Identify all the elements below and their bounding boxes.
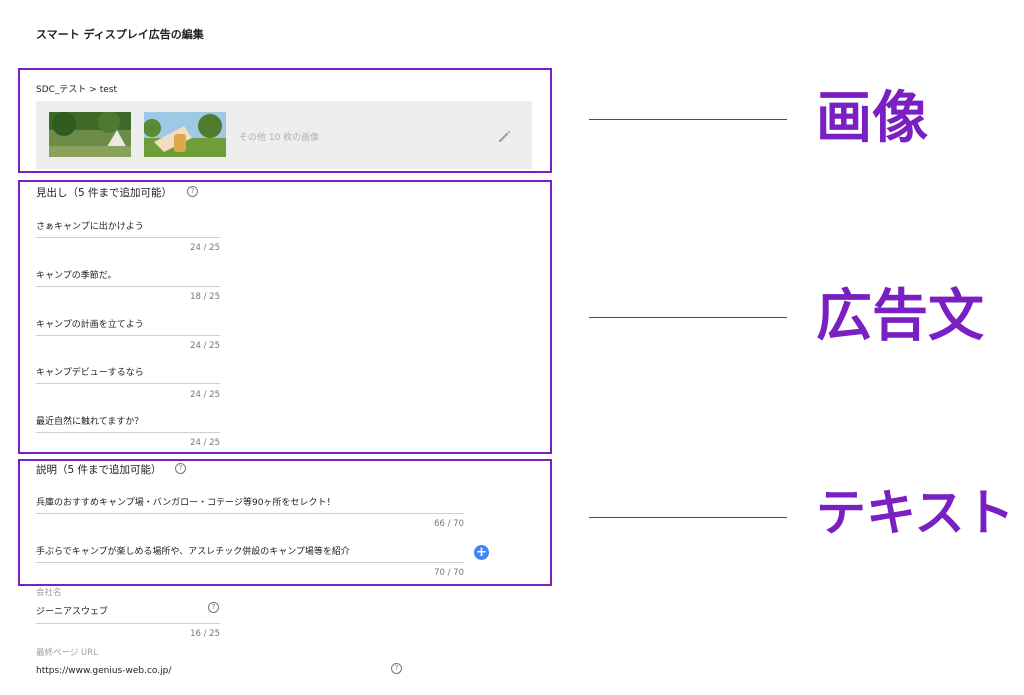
help-icon[interactable]: ? <box>175 463 186 474</box>
company-name-field[interactable]: ジーニアスウェブ <box>36 604 108 617</box>
divider <box>36 286 220 287</box>
divider <box>36 383 220 384</box>
description-section-highlight <box>18 459 552 586</box>
divider <box>36 562 464 563</box>
headline-counter-3: 24 / 25 <box>190 341 220 351</box>
descriptions-label: 説明（5 件まで追加可能） <box>36 464 162 476</box>
final-url-field[interactable]: https://www.genius-web.co.jp/ <box>36 666 171 676</box>
help-icon[interactable]: ? <box>391 663 402 674</box>
breadcrumb: SDC_テスト > test <box>36 85 117 95</box>
description-field-1[interactable]: 兵庫のおすすめキャンプ場・バンガロー・コテージ等90ヶ所をセレクト！ <box>36 495 335 508</box>
headline-field-3[interactable]: キャンプの計画を立てよう <box>36 317 144 330</box>
annotation-ad-text: 広告文 <box>816 283 984 349</box>
page-title: スマート ディスプレイ広告の編集 <box>36 28 204 41</box>
headline-field-1[interactable]: さぁキャンプに出かけよう <box>36 219 144 232</box>
company-name-counter: 16 / 25 <box>190 629 220 639</box>
divider <box>36 432 220 433</box>
annotation-text: テキスト <box>816 483 1015 542</box>
headlines-label: 見出し（5 件まで追加可能） <box>36 187 173 199</box>
image-thumbnail-1[interactable] <box>49 112 131 157</box>
divider <box>36 623 220 624</box>
help-icon[interactable]: ? <box>208 602 219 613</box>
annotation-line-ad-text <box>589 317 787 318</box>
image-thumbnail-2[interactable] <box>144 112 226 157</box>
edit-pencil-icon[interactable] <box>497 128 513 144</box>
help-icon[interactable]: ? <box>187 186 198 197</box>
headline-counter-1: 24 / 25 <box>190 243 220 253</box>
headline-field-4[interactable]: キャンプデビューするなら <box>36 365 144 378</box>
more-images-text: その他 10 枚の画像 <box>239 133 320 143</box>
description-counter-1: 66 / 70 <box>434 519 464 529</box>
annotation-line-text <box>589 517 787 518</box>
headline-field-2[interactable]: キャンプの季節だ。 <box>36 268 116 281</box>
headline-field-5[interactable]: 最近自然に触れてますか？ <box>36 414 143 427</box>
divider <box>36 513 464 514</box>
divider <box>36 335 220 336</box>
add-description-button[interactable]: + <box>474 545 489 560</box>
headline-counter-2: 18 / 25 <box>190 292 220 302</box>
headline-counter-4: 24 / 25 <box>190 390 220 400</box>
company-name-label: 会社名 <box>36 588 62 598</box>
headline-counter-5: 24 / 25 <box>190 438 220 448</box>
divider <box>36 237 220 238</box>
description-counter-2: 70 / 70 <box>434 568 464 578</box>
description-field-2[interactable]: 手ぶらでキャンプが楽しめる場所や、アスレチック併設のキャンプ場等を紹介 <box>36 544 350 557</box>
annotation-line-images <box>589 119 787 120</box>
annotation-images: 画像 <box>816 85 928 151</box>
final-url-label: 最終ページ URL <box>36 648 98 658</box>
